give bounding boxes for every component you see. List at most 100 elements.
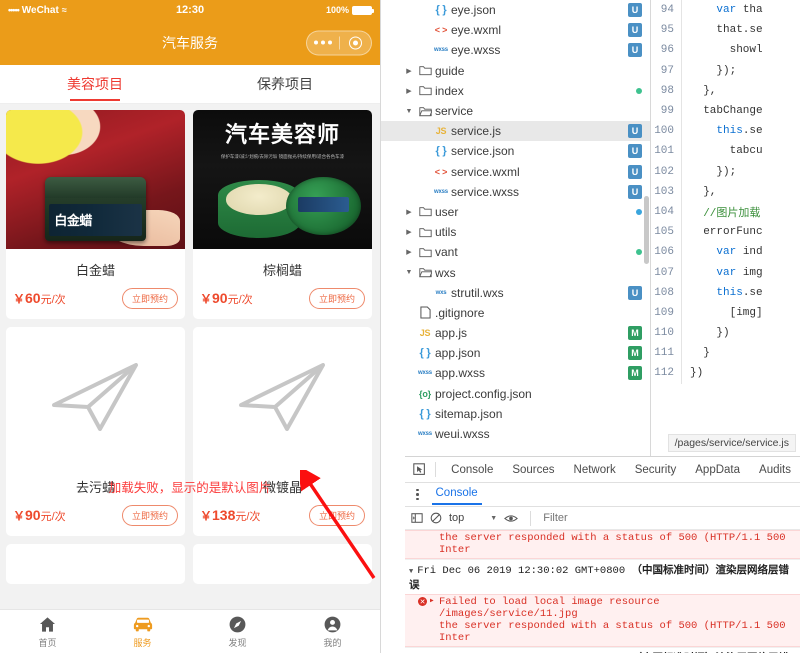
status-dot [636,87,642,94]
product-card[interactable]: 微镀晶 ￥138元/次 立即预约 [193,327,372,536]
file-tree-item-eye-json[interactable]: { } eye.json U [381,0,650,20]
chevron-right-icon[interactable]: ▶ [403,208,415,216]
code-text: var tha [716,4,763,17]
inspect-element-icon[interactable] [409,460,429,480]
price-unit: 元/次 [40,511,66,523]
file-tree-item-service-json[interactable]: { } service.json U [381,141,650,161]
console-output[interactable]: the server responded with a status of 50… [405,530,800,653]
price-value: 60 [25,290,41,306]
console-error-message[interactable]: the server responded with a status of 50… [405,530,800,559]
file-tree-item-eye-wxss[interactable]: wxss eye.wxss U [381,40,650,60]
chevron-right-icon[interactable]: ▶ [403,87,415,95]
chevron-right-icon[interactable]: ▶ [403,228,415,236]
execution-context-select[interactable]: top ▼ [449,512,497,524]
live-expression-eye-icon[interactable] [504,513,519,524]
tabbar-item-service[interactable]: 服务 [95,610,190,653]
file-tree-item-label: guide [435,63,465,78]
line-number: 110 [654,327,674,340]
wax-photo-image: 白金蜡 [6,110,185,249]
book-now-button[interactable]: 立即预约 [308,288,365,309]
chevron-down-icon[interactable]: ▼ [403,108,415,115]
file-tree-item-service-wxml[interactable]: < > service.wxml U [381,162,650,182]
file-tree-item-label: utils [435,225,457,240]
product-card[interactable] [193,544,372,584]
devtools-tab-sources[interactable]: Sources [503,461,563,479]
expand-arrow-icon[interactable]: ▶ [430,597,434,604]
console-subtab[interactable]: Console [431,484,482,505]
signal-dots-icon: ••••• [8,5,20,15]
more-dots-icon [314,40,332,45]
file-tree-item-app-js[interactable]: JS app.js M [381,323,650,343]
product-card[interactable]: 汽车美容师 保护车漆/减少划痕/去除污垢 镜面抛光/持续保用/适合各色车漆 棕榈… [193,110,372,319]
code-text: }, [690,84,717,97]
devtools-tab-appdata[interactable]: AppData [686,461,749,479]
file-tree-item-service[interactable]: ▼ service [381,101,650,121]
code-lines[interactable]: 94 var tha 95 that.se 96 showl 97 }); 98 }, 9… [651,0,800,430]
file-tree-item-label: app.wxss [435,366,486,381]
devtools-tab-console[interactable]: Console [442,461,502,479]
file-tree-item-app-wxss[interactable]: wxss app.wxss M [381,363,650,383]
file-tree-item-app-json[interactable]: { } app.json M [381,343,650,363]
file-tree-scrollbar[interactable] [644,196,649,264]
line-number: 112 [654,367,674,380]
file-tree-item-project-config-json[interactable]: {o} project.config.json [381,384,650,404]
capsule-close-button[interactable] [340,36,372,49]
file-tree-item-service-js[interactable]: JS service.js U [381,121,650,142]
js-icon: JS [419,328,431,339]
file-tree-item-wxs[interactable]: ▼ wxs [381,262,650,282]
console-group-header[interactable]: ▼Fri Dec 06 2019 12:30:02 GMT+0800 （中国标准… [405,559,800,594]
file-tree-item-guide[interactable]: ▶ guide [381,61,650,81]
code-text: [img] [690,306,763,319]
file-tree-item-strutil-wxs[interactable]: wxs strutil.wxs U [381,283,650,303]
wxml-icon: < > [434,25,448,36]
file-tree-item-utils[interactable]: ▶ utils [381,222,650,242]
product-scroll-area[interactable]: 白金蜡 白金蜡 ￥60元/次 立即预约 汽车美容师 保护车漆/减少划痕/去除污垢… [0,104,380,609]
product-card[interactable]: 去污蜡 ￥90元/次 立即预约 [6,327,185,536]
tabbar-item-discover[interactable]: 发现 [190,610,285,653]
tabbar-item-home[interactable]: 首页 [0,610,95,653]
more-options-icon[interactable] [411,488,424,501]
capsule-more-button[interactable] [307,40,339,45]
file-tree-list[interactable]: { } eye.json U < > eye.wxml Uwxss eye.wxss U ▶ gu… [381,0,650,452]
chevron-down-icon[interactable]: ▼ [403,269,415,276]
console-filter-input[interactable] [543,512,664,524]
line-number: 97 [660,64,674,77]
tab-maintenance[interactable]: 保养项目 [190,65,380,103]
product-title: 白金蜡 [75,263,115,278]
file-tree-item-service-wxss[interactable]: wxss service.wxss U [381,182,650,202]
paper-plane-icon [51,362,138,431]
console-sidebar-toggle-icon[interactable] [411,512,423,524]
devtools-tab-security[interactable]: Security [626,461,686,479]
file-tree-item-index[interactable]: ▶ index [381,81,650,101]
clear-console-icon[interactable] [430,512,442,524]
chevron-down-icon: ▼ [409,568,414,576]
product-card[interactable] [6,544,185,584]
indent-guide [681,141,682,162]
file-tree-item-eye-wxml[interactable]: < > eye.wxml U [381,20,650,40]
file-tree-item-label: eye.wxml [451,23,502,38]
book-now-button[interactable]: 立即预约 [308,505,365,526]
console-group-header[interactable]: ▼Fri Dec 06 2019 12:30:02 GMT+0800 （中国标准… [405,647,800,653]
devtools-tab-audits[interactable]: Audits [750,461,800,479]
book-now-button[interactable]: 立即预约 [121,505,178,526]
carrier-label: WeChat [21,4,59,16]
file-tree-item-user[interactable]: ▶ user [381,202,650,222]
wechat-capsule-menu[interactable] [306,30,372,55]
indent-guide [681,222,682,243]
category-tabs: 美容项目 保养项目 [0,65,380,104]
console-error-message[interactable]: ✕ ▶ Failed to load local image resource /i… [405,594,800,647]
file-tree-item--gitignore[interactable]: .gitignore [381,303,650,323]
devtools-tab-network[interactable]: Network [565,461,625,479]
chevron-right-icon[interactable]: ▶ [403,248,415,256]
file-tree-item-weui-wxss[interactable]: wxss weui.wxss [381,424,650,444]
file-tree-item-label: .gitignore [435,305,485,320]
tab-beauty[interactable]: 美容项目 [0,65,190,103]
tabbar-label-home: 首页 [38,638,57,648]
file-tree-item-sitemap-json[interactable]: { } sitemap.json [381,404,650,424]
tabbar-item-mine[interactable]: 我的 [285,610,380,653]
file-tree-item-vant[interactable]: ▶ vant [381,242,650,262]
book-now-button[interactable]: 立即预约 [121,288,178,309]
code-line: 103 }, [651,181,800,202]
chevron-right-icon[interactable]: ▶ [403,67,415,75]
product-card[interactable]: 白金蜡 白金蜡 ￥60元/次 立即预约 [6,110,185,319]
